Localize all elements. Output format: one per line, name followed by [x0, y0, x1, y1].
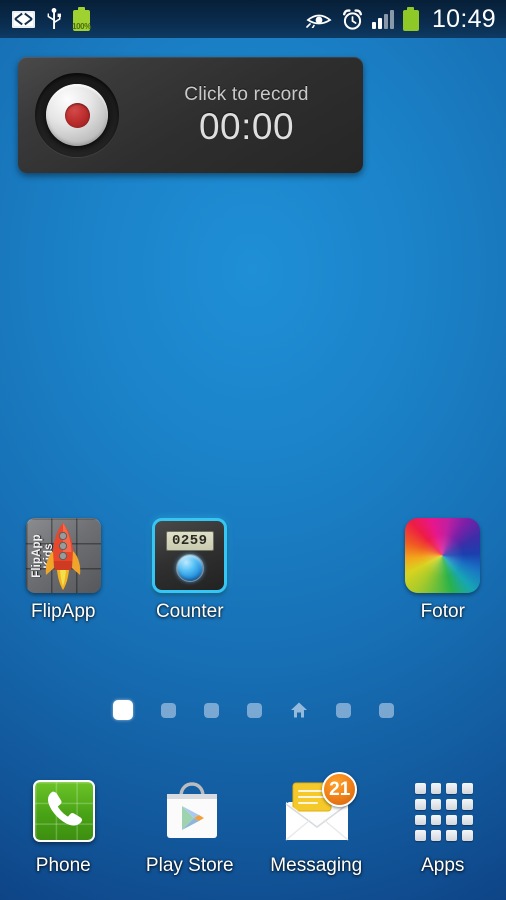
dock-label-play-store: Play Store	[145, 855, 234, 876]
status-bar-left-icons: 100%	[12, 7, 91, 31]
dock-item-messaging[interactable]: 21 Messaging	[253, 770, 380, 900]
page-dot-1[interactable]	[112, 700, 133, 720]
page-dot-7[interactable]	[378, 702, 394, 718]
record-button-well	[35, 73, 119, 157]
signal-bars-icon	[371, 9, 394, 29]
page-dot-6[interactable]	[335, 702, 351, 718]
messaging-badge: 21	[322, 772, 358, 807]
dock-label-phone: Phone	[35, 855, 91, 876]
page-indicator	[0, 700, 506, 720]
rocket-icon	[44, 521, 82, 593]
app-label-counter: Counter	[155, 601, 224, 622]
counter-display: 0259	[165, 531, 214, 551]
record-dot-icon	[64, 102, 90, 128]
smart-stay-eye-icon	[306, 10, 332, 29]
apps-grid-icon	[414, 783, 473, 841]
fotor-icon	[405, 518, 481, 593]
battery-icon	[402, 7, 419, 31]
app-icon-counter[interactable]: 0259 Counter	[127, 518, 254, 633]
voice-recorder-widget[interactable]: Click to record 00:00	[18, 57, 363, 173]
recorder-text-area: Click to record 00:00	[136, 84, 363, 147]
battery-percent-label: 100%	[72, 22, 91, 31]
flipapp-icon: FlipApp Kids	[25, 518, 101, 593]
dock-label-apps: Apps	[421, 855, 465, 876]
email-icon	[12, 10, 35, 28]
status-bar-right-icons: 10:49	[306, 4, 496, 33]
recorder-prompt: Click to record	[184, 83, 309, 105]
play-store-icon-box	[153, 780, 227, 848]
dock-item-phone[interactable]: Phone	[0, 770, 127, 900]
counter-button-icon	[175, 554, 204, 582]
app-icon-fotor[interactable]: Fotor	[380, 518, 506, 633]
page-dot-2[interactable]	[160, 702, 176, 718]
page-dot-4[interactable]	[246, 702, 262, 718]
page-dot-home[interactable]	[290, 701, 308, 719]
battery-percent-icon: 100%	[72, 7, 91, 31]
record-button-knob	[46, 84, 108, 146]
messaging-icon-box: 21	[279, 772, 358, 848]
fotor-icon-box	[405, 518, 481, 593]
app-label-flipapp: FlipApp	[31, 601, 96, 622]
counter-icon: 0259	[152, 518, 228, 593]
home-screen-app-grid: FlipApp Kids FlipApp 0259 Counter Fotor	[0, 518, 506, 633]
record-button[interactable]	[18, 57, 136, 173]
counter-icon-box: 0259	[152, 518, 228, 593]
status-bar[interactable]: 100% 10:49	[0, 0, 506, 38]
page-dot-3[interactable]	[203, 702, 219, 718]
usb-icon	[46, 8, 62, 30]
apps-icon-box	[406, 780, 480, 848]
flipapp-icon-box: FlipApp Kids	[25, 518, 101, 593]
play-store-icon	[159, 779, 225, 845]
app-label-fotor: Fotor	[420, 601, 465, 622]
app-slot-empty	[253, 518, 380, 633]
dock: Phone Play Store 21 Messaging Apps	[0, 770, 506, 900]
dock-label-messaging: Messaging	[270, 855, 363, 876]
app-icon-flipapp[interactable]: FlipApp Kids FlipApp	[0, 518, 127, 633]
status-bar-clock: 10:49	[431, 4, 496, 33]
phone-icon	[33, 780, 96, 842]
alarm-clock-icon	[341, 8, 363, 30]
phone-icon-box	[26, 780, 100, 848]
recorder-timer: 00:00	[198, 105, 295, 147]
dock-item-play-store[interactable]: Play Store	[127, 770, 254, 900]
dock-item-apps[interactable]: Apps	[380, 770, 506, 900]
